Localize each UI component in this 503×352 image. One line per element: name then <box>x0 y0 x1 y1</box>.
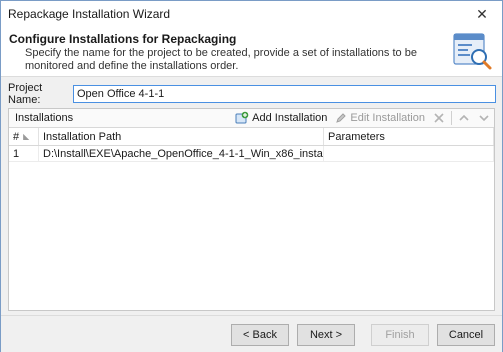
column-header-parameters[interactable]: Parameters <box>324 128 494 145</box>
table-row[interactable]: 1 D:\Install\EXE\Apache_OpenOffice_4-1-1… <box>9 146 494 162</box>
pencil-icon <box>335 112 347 124</box>
edit-installation-label: Edit Installation <box>350 112 425 124</box>
add-installation-icon <box>235 111 249 125</box>
chevron-up-icon <box>459 114 469 121</box>
parameters-cell <box>324 146 494 161</box>
back-button[interactable]: < Back <box>231 324 289 346</box>
close-icon[interactable]: ✕ <box>462 1 502 27</box>
chevron-down-icon <box>479 115 489 122</box>
column-header-path[interactable]: Installation Path <box>39 128 324 145</box>
add-installation-button[interactable]: Add Installation <box>231 109 331 128</box>
installations-grid: Installations Add Installation Edit Inst… <box>8 108 495 311</box>
wizard-window: Repackage Installation Wizard ✕ Configur… <box>0 0 503 352</box>
column-header-number[interactable]: # ◣ <box>9 128 39 145</box>
row-number-cell: 1 <box>9 146 39 161</box>
title-bar: Repackage Installation Wizard ✕ <box>1 1 502 27</box>
remove-installation-button[interactable] <box>429 109 449 128</box>
wizard-footer: < Back Next > Finish Cancel <box>1 315 502 352</box>
wizard-document-magnifier-icon <box>453 33 492 70</box>
grid-column-headers: # ◣ Installation Path Parameters <box>9 128 494 146</box>
toolbar-divider <box>451 111 452 125</box>
window-title: Repackage Installation Wizard <box>8 7 171 21</box>
delete-icon <box>434 113 444 123</box>
move-up-button[interactable] <box>454 109 474 128</box>
sort-indicator-icon: ◣ <box>23 132 30 141</box>
installations-title: Installations <box>15 112 74 124</box>
add-installation-label: Add Installation <box>252 112 328 124</box>
finish-button[interactable]: Finish <box>371 324 429 346</box>
project-name-label: Project Name: <box>8 82 43 106</box>
next-button[interactable]: Next > <box>297 324 355 346</box>
page-title: Configure Installations for Repackaging <box>9 32 237 46</box>
project-name-input[interactable] <box>73 85 496 103</box>
edit-installation-button[interactable]: Edit Installation <box>331 109 429 128</box>
project-name-row: Project Name: <box>8 82 496 106</box>
cancel-button[interactable]: Cancel <box>437 324 495 346</box>
wizard-header: Configure Installations for Repackaging … <box>1 27 502 77</box>
move-down-button[interactable] <box>474 109 494 128</box>
page-description: Specify the name for the project to be c… <box>25 47 417 72</box>
installation-path-cell: D:\Install\EXE\Apache_OpenOffice_4-1-1_W… <box>39 146 324 161</box>
installations-toolbar: Installations Add Installation Edit Inst… <box>9 109 494 128</box>
